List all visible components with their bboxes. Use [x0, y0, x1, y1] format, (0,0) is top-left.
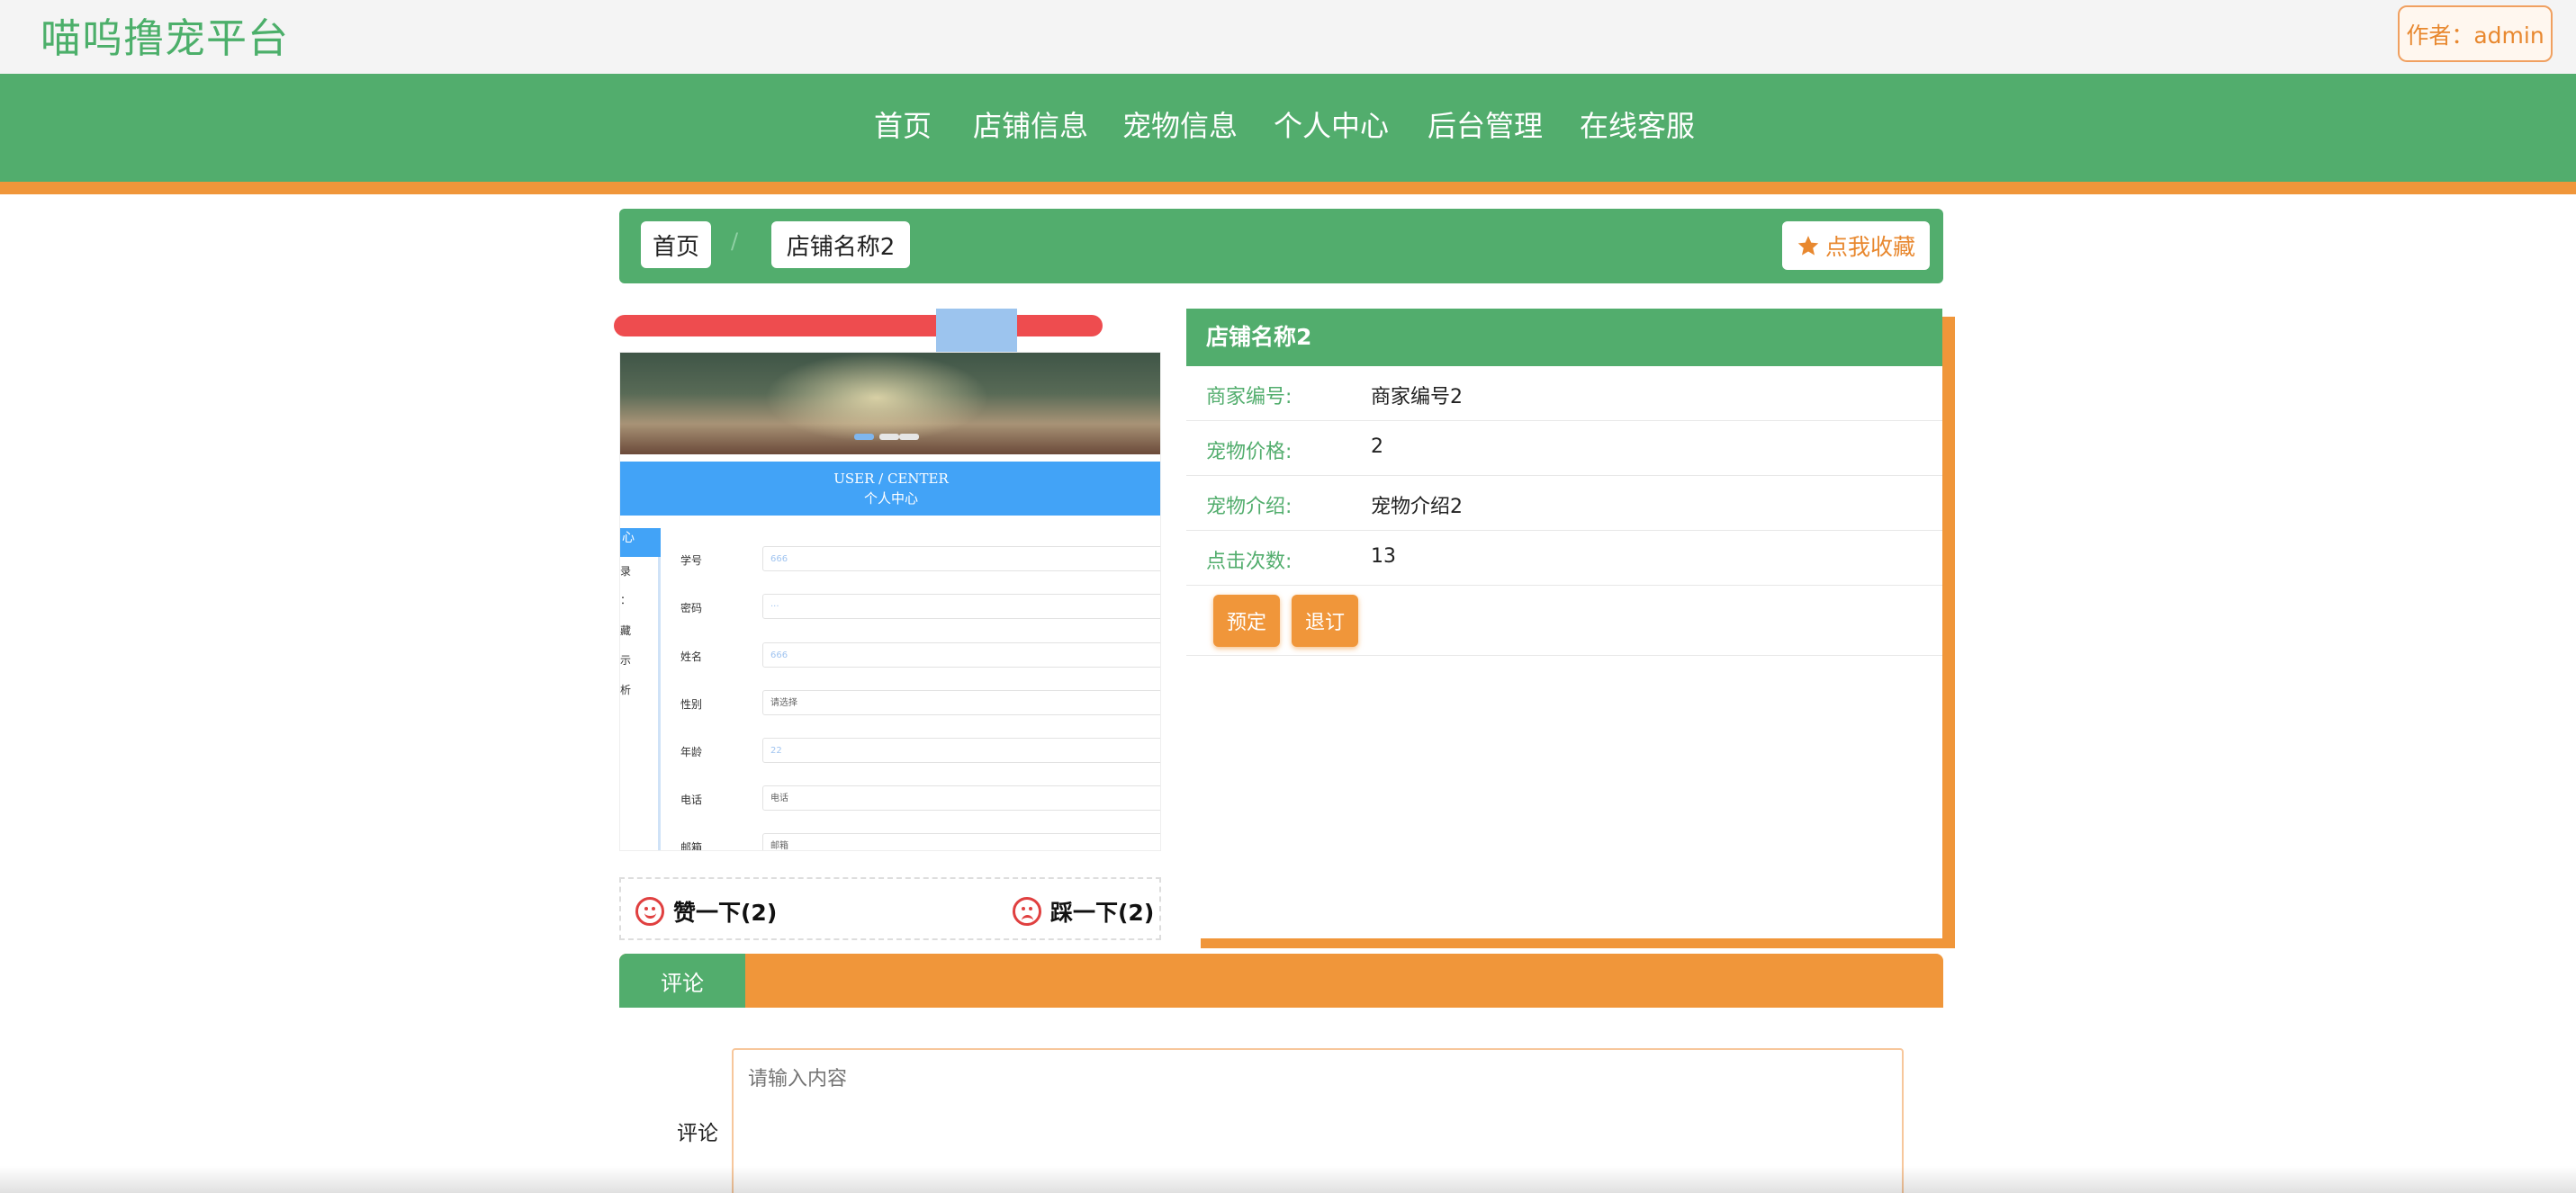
shop-image: USER / CENTER 个人中心 心 录 ： 藏 示 析 学号 666 密码…: [619, 352, 1161, 851]
nav-accent-line: [0, 182, 2576, 194]
nav-item-support[interactable]: 在线客服: [1580, 103, 1695, 145]
nav-item-shop-info[interactable]: 店铺信息: [973, 103, 1088, 145]
detail-value: 宠物介绍2: [1371, 496, 1463, 518]
detail-value: 13: [1371, 545, 1396, 568]
dislike-label: 踩一下(2): [1050, 900, 1155, 926]
breadcrumb: 首页 / 店铺名称2 点我收藏: [619, 209, 1943, 283]
favorite-button[interactable]: 点我收藏: [1782, 221, 1930, 270]
image-banner: [620, 353, 1160, 454]
image-carousel-bar: [614, 315, 1103, 336]
like-label: 赞一下(2): [673, 900, 778, 926]
detail-value: 商家编号2: [1371, 386, 1463, 408]
top-bar: 喵呜撸宠平台 作者：admin: [0, 0, 2576, 74]
detail-row: 宠物介绍: 宠物介绍2: [1186, 476, 1942, 531]
breadcrumb-separator: /: [731, 229, 739, 254]
comment-tabbar: 评论: [619, 954, 1943, 1008]
frown-icon: [1013, 897, 1041, 926]
detail-row: 点击次数: 13: [1186, 531, 1942, 586]
author-button[interactable]: 作者：admin: [2398, 5, 2553, 62]
main-nav: 首页 店铺信息 宠物信息 个人中心 后台管理 在线客服: [0, 74, 2576, 182]
detail-label: 商家编号:: [1206, 386, 1293, 408]
smile-icon: [635, 897, 664, 926]
breadcrumb-home[interactable]: 首页: [641, 221, 711, 268]
detail-label: 宠物介绍:: [1206, 496, 1293, 518]
nav-item-admin[interactable]: 后台管理: [1428, 103, 1543, 145]
detail-panel: 店铺名称2 商家编号: 商家编号2 宠物价格: 2 宠物介绍: 宠物介绍2 点击…: [1186, 309, 1942, 938]
detail-row: 宠物价格: 2: [1186, 421, 1942, 476]
image-user-center-bar: USER / CENTER 个人中心: [620, 462, 1160, 516]
detail-value: 2: [1371, 435, 1383, 458]
detail-title: 店铺名称2: [1186, 309, 1942, 366]
like-button[interactable]: 赞一下(2): [635, 895, 777, 928]
nav-item-user-center[interactable]: 个人中心: [1274, 103, 1389, 145]
site-title: 喵呜撸宠平台: [41, 14, 290, 62]
comment-field-label: 评论: [677, 1122, 718, 1145]
detail-row: 商家编号: 商家编号2: [1186, 366, 1942, 421]
dislike-button[interactable]: 踩一下(2): [1013, 895, 1154, 928]
tab-comments[interactable]: 评论: [619, 954, 745, 1008]
detail-label: 点击次数:: [1206, 551, 1293, 573]
cancel-booking-button[interactable]: 退订: [1292, 595, 1358, 647]
favorite-label: 点我收藏: [1824, 234, 1915, 260]
image-carousel-tab[interactable]: [936, 309, 1017, 352]
detail-label: 宠物价格:: [1206, 441, 1293, 463]
nav-item-home[interactable]: 首页: [874, 103, 932, 145]
star-icon: [1797, 236, 1819, 256]
breadcrumb-current: 店铺名称2: [771, 221, 910, 268]
vote-box: 赞一下(2) 踩一下(2): [619, 877, 1161, 940]
book-button[interactable]: 预定: [1213, 595, 1280, 647]
nav-item-pet-info[interactable]: 宠物信息: [1122, 103, 1238, 145]
